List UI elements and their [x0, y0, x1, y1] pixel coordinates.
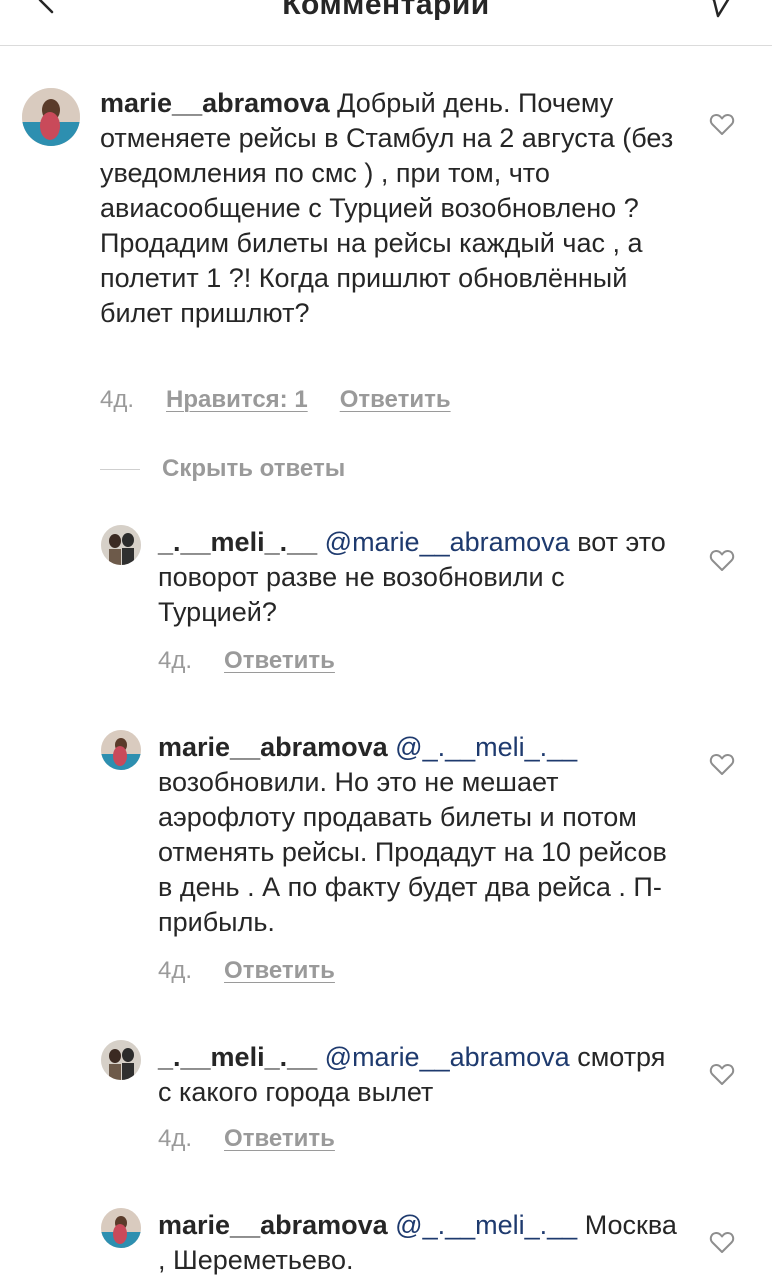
heart-icon[interactable]	[709, 1062, 735, 1086]
heart-icon[interactable]	[709, 548, 735, 572]
reply-time: 4д.	[158, 1125, 193, 1152]
heart-icon[interactable]	[709, 1230, 735, 1254]
top-bar: Комментарии	[0, 0, 772, 46]
reply-body: возобновили. Но это не мешает аэрофлоту …	[158, 767, 667, 937]
direct-send-icon[interactable]	[698, 0, 738, 26]
heart-icon[interactable]	[709, 112, 735, 136]
avatar[interactable]	[101, 1040, 141, 1080]
likes-count-link[interactable]: Нравится: 1	[166, 386, 308, 414]
reply-meta: 4д. Ответить	[158, 647, 335, 675]
reply-link[interactable]: Ответить	[224, 1125, 335, 1153]
comment-meta: 4д. Нравится: 1 Ответить	[100, 386, 451, 414]
reply-meta: 4д. Ответить	[158, 957, 335, 985]
reply-username[interactable]: marie__abramova	[158, 732, 388, 762]
reply-mention[interactable]: @_.__meli_.__	[395, 1210, 577, 1240]
avatar[interactable]	[101, 525, 141, 565]
avatar[interactable]	[101, 730, 141, 770]
reply-time: 4д.	[158, 647, 193, 674]
reply-link[interactable]: Ответить	[224, 647, 335, 675]
reply-text: _.__meli_.__ @marie__abramova смотря с к…	[158, 1040, 678, 1110]
avatar[interactable]	[22, 88, 80, 146]
reply-link[interactable]: Ответить	[224, 957, 335, 985]
comment-time: 4д.	[100, 386, 135, 413]
comment-username[interactable]: marie__abramova	[100, 88, 330, 118]
reply-text: marie__abramova @_.__meli_.__ возобновил…	[158, 730, 678, 940]
avatar[interactable]	[101, 1208, 141, 1248]
page-title: Комментарии	[282, 0, 490, 21]
reply-username[interactable]: marie__abramova	[158, 1210, 388, 1240]
reply-text: marie__abramova @_.__meli_.__ Москва , Ш…	[158, 1208, 678, 1278]
reply-username[interactable]: _.__meli_.__	[158, 1042, 317, 1072]
reply-mention[interactable]: @marie__abramova	[325, 527, 570, 557]
reply-mention[interactable]: @marie__abramova	[325, 1042, 570, 1072]
comment-text: marie__abramova Добрый день. Почему отме…	[100, 86, 690, 331]
reply-text: _.__meli_.__ @marie__abramova вот это по…	[158, 525, 678, 630]
reply-link[interactable]: Ответить	[340, 386, 451, 414]
reply-mention[interactable]: @_.__meli_.__	[395, 732, 577, 762]
reply-time: 4д.	[158, 957, 193, 984]
comment-body: Добрый день. Почему отменяете рейсы в Ст…	[100, 88, 674, 328]
hide-replies-toggle[interactable]: Скрыть ответы	[100, 455, 345, 483]
heart-icon[interactable]	[709, 752, 735, 776]
hide-replies-label[interactable]: Скрыть ответы	[162, 455, 345, 483]
divider-line	[100, 468, 140, 470]
reply-meta: 4д. Ответить	[158, 1125, 335, 1153]
reply-username[interactable]: _.__meli_.__	[158, 527, 317, 557]
